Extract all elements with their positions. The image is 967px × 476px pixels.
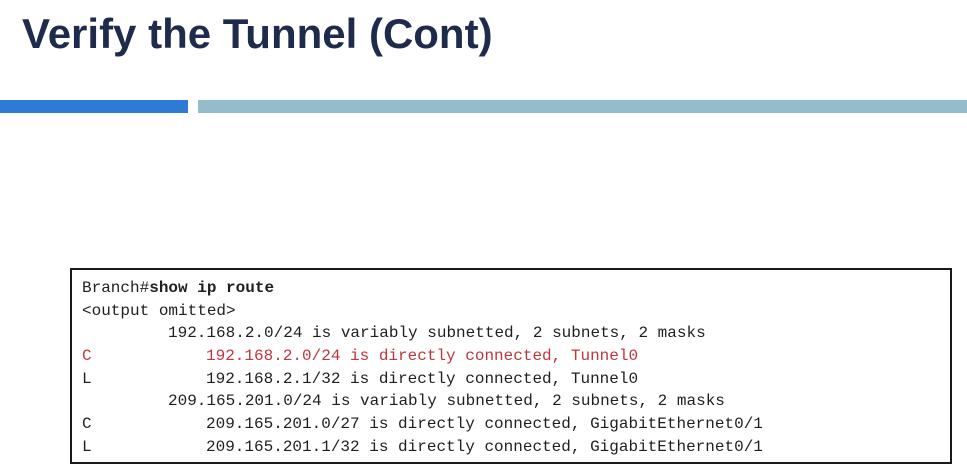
route-line-highlighted: C 192.168.2.0/24 is directly connected, T… xyxy=(82,345,950,368)
accent-bar-right xyxy=(198,100,967,113)
route-code: C xyxy=(82,415,92,434)
route-text: 192.168.2.0/24 is variably subnetted, 2 … xyxy=(168,324,706,343)
slide-title: Verify the Tunnel (Cont) xyxy=(22,10,493,57)
route-text: 192.168.2.0/24 is directly connected, Tu… xyxy=(206,347,639,366)
accent-bar-left xyxy=(0,100,188,113)
route-text: 192.168.2.1/32 is directly connected, Tu… xyxy=(206,369,639,388)
command-line: Branch#show ip route xyxy=(82,277,950,300)
output-omitted-line: <output omitted> xyxy=(82,301,236,320)
route-line: C 209.165.201.0/27 is directly connected,… xyxy=(82,413,950,436)
route-text: 209.165.201.0/27 is directly connected, … xyxy=(206,415,763,434)
route-line: 209.165.201.0/24 is variably subnetted, … xyxy=(82,390,950,413)
route-text: 209.165.201.0/24 is variably subnetted, … xyxy=(168,392,725,411)
route-code: L xyxy=(82,437,92,456)
route-text: 209.165.201.1/32 is directly connected, … xyxy=(206,437,763,456)
route-code: C xyxy=(82,347,92,366)
route-code: L xyxy=(82,369,92,388)
route-line: L 192.168.2.1/32 is directly connected, T… xyxy=(82,368,950,391)
route-line: L 209.165.201.1/32 is directly connected,… xyxy=(82,436,950,459)
cli-prompt: Branch# xyxy=(82,279,150,297)
terminal-output-box: Branch#show ip route <output omitted> 19… xyxy=(70,268,952,464)
cli-command: show ip route xyxy=(149,279,275,297)
slide: Verify the Tunnel (Cont) Branch#show ip … xyxy=(0,0,967,476)
route-line: 192.168.2.0/24 is variably subnetted, 2 … xyxy=(82,322,950,345)
